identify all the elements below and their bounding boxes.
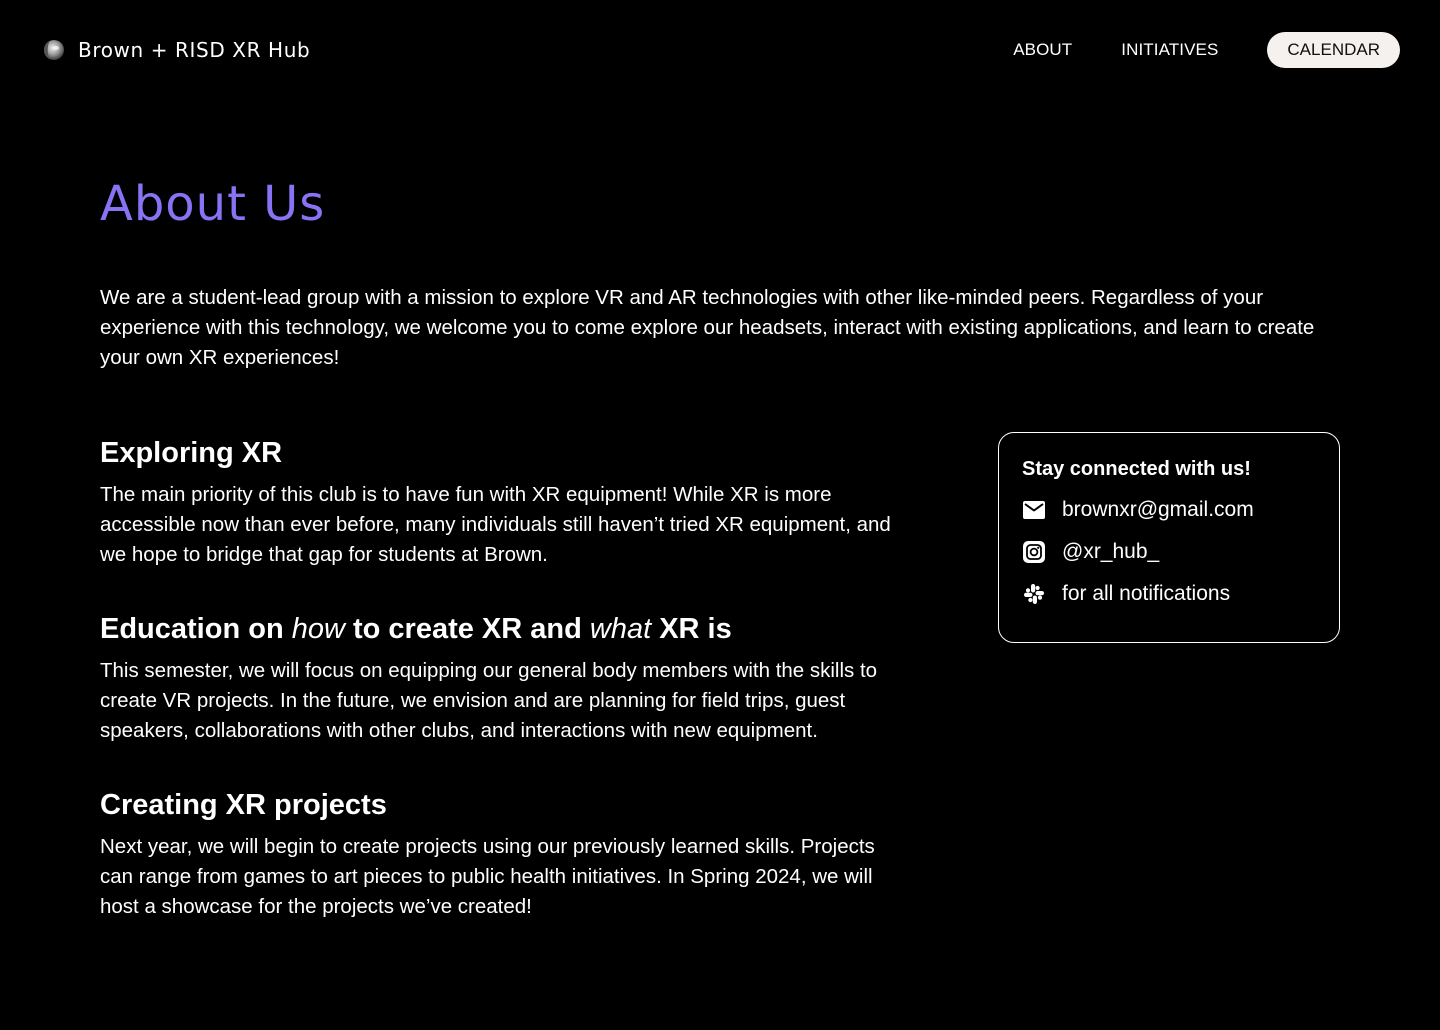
- contact-card: Stay connected with us! brownxr@gmail.co…: [998, 432, 1340, 643]
- contact-slack-row: for all notifications: [1022, 579, 1316, 609]
- contact-instagram-link[interactable]: @xr_hub_: [1062, 540, 1159, 564]
- section-body: This semester, we will focus on equippin…: [100, 659, 878, 742]
- page-title: About Us: [100, 176, 326, 232]
- contact-email-link[interactable]: brownxr@gmail.com: [1062, 498, 1254, 522]
- section-exploring-xr: Exploring XR The main priority of this c…: [100, 432, 900, 570]
- nav-about[interactable]: ABOUT: [1013, 40, 1072, 60]
- headset-logo-icon: [44, 40, 64, 60]
- brand-name: Brown + RISD XR Hub: [78, 38, 311, 62]
- nav-calendar-button[interactable]: CALENDAR: [1267, 32, 1400, 68]
- heading-part: Education on: [100, 613, 292, 645]
- section-body: The main priority of this club is to hav…: [100, 483, 891, 566]
- section-creating-projects: Creating XR projects Next year, we will …: [100, 784, 900, 922]
- section-education: Education on how to create XR and what X…: [100, 608, 900, 746]
- slack-icon: [1022, 582, 1046, 606]
- about-sections: Exploring XR The main priority of this c…: [100, 432, 900, 922]
- section-heading: Exploring XR: [100, 437, 283, 469]
- heading-emphasis-what: what: [589, 613, 652, 645]
- contact-slack-link[interactable]: for all notifications: [1062, 582, 1230, 606]
- contact-email-row: brownxr@gmail.com: [1022, 495, 1316, 525]
- section-heading: Education on how to create XR and what X…: [100, 608, 900, 650]
- mail-icon: [1022, 498, 1046, 522]
- site-header: Brown + RISD XR Hub ABOUT INITIATIVES CA…: [0, 0, 1440, 100]
- brand-home-link[interactable]: Brown + RISD XR Hub: [40, 36, 310, 64]
- heading-part: to create XR and: [344, 613, 590, 645]
- section-body: Next year, we will begin to create proje…: [100, 835, 875, 918]
- intro-paragraph: We are a student-lead group with a missi…: [100, 286, 1315, 369]
- contact-card-title: Stay connected with us!: [1022, 458, 1251, 480]
- contact-instagram-row: @xr_hub_: [1022, 537, 1316, 567]
- heading-emphasis-how: how: [291, 613, 345, 645]
- section-heading: Creating XR projects: [100, 789, 387, 821]
- heading-part: XR is: [651, 613, 732, 645]
- nav-initiatives[interactable]: INITIATIVES: [1121, 40, 1218, 60]
- about-page: Brown + RISD XR Hub ABOUT INITIATIVES CA…: [0, 0, 1440, 1030]
- main-nav: ABOUT INITIATIVES CALENDAR: [1013, 32, 1400, 68]
- instagram-icon: [1022, 540, 1046, 564]
